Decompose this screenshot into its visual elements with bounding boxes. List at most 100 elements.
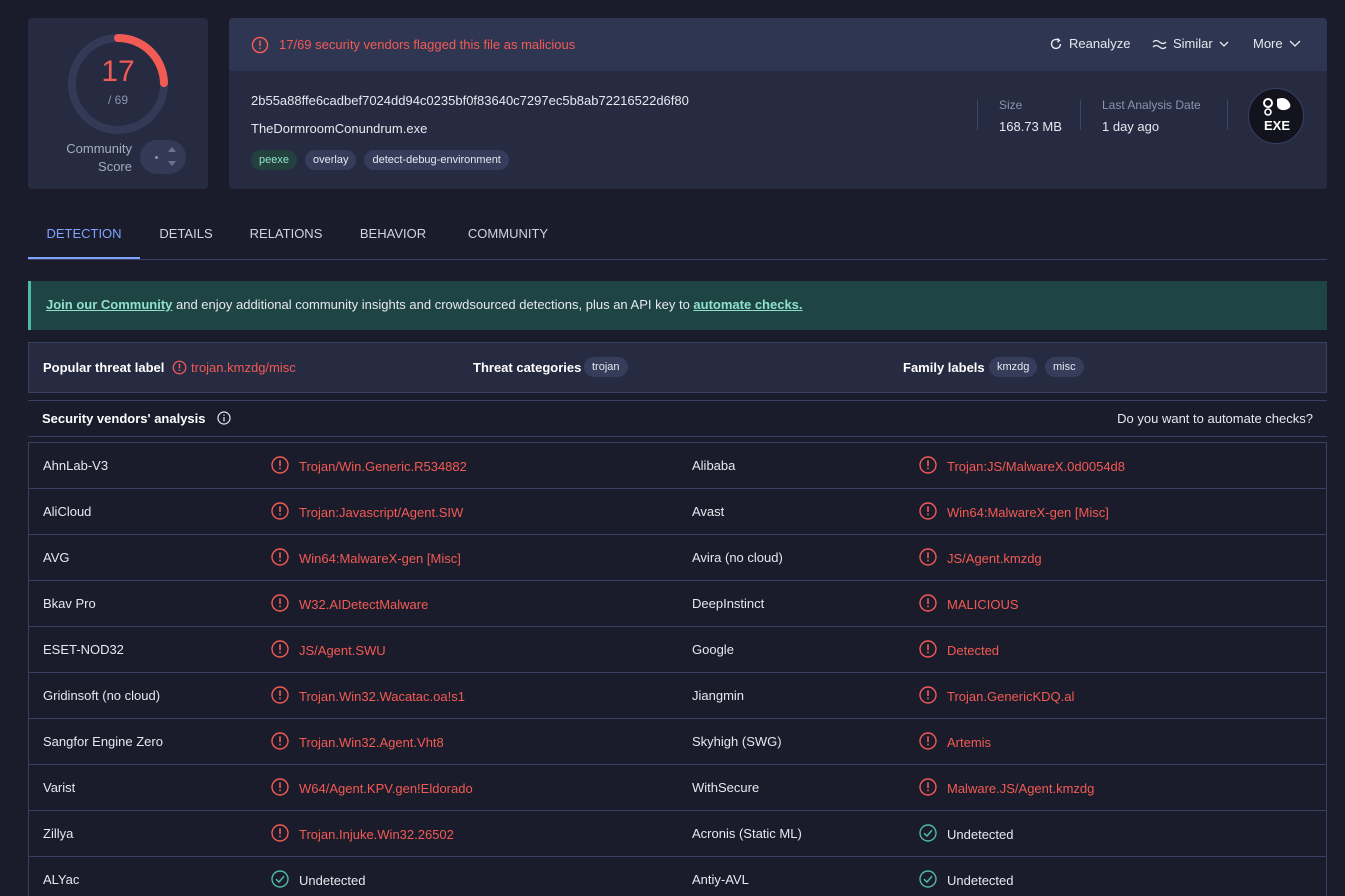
file-name: TheDormroomConundrum.exe: [251, 121, 428, 136]
vendor-name: ALYac: [43, 872, 80, 887]
gears-icon: [1263, 98, 1291, 116]
detection-label[interactable]: Trojan.GenericKDQ.al: [947, 689, 1074, 704]
detection-label[interactable]: JS/Agent.SWU: [299, 643, 386, 658]
tab-relations[interactable]: RELATIONS: [242, 215, 330, 259]
vendor-result: W64/Agent.KPV.gen!Eldorado: [271, 778, 473, 796]
table-row: AliCloud Trojan:Javascript/Agent.SIW Avast…: [29, 489, 1326, 535]
divider: [1080, 100, 1081, 130]
community-banner: Join our Community and enjoy additional …: [28, 281, 1327, 330]
community-score-value-icon: [155, 156, 158, 159]
alert-icon: [919, 640, 937, 658]
table-row: AhnLab-V3 Trojan/Win.Generic.R534882 Aliba…: [29, 443, 1326, 489]
alert-icon: [271, 548, 289, 566]
table-row: Varist W64/Agent.KPV.gen!Eldorado WithSecu…: [29, 765, 1326, 811]
detection-label[interactable]: Malware.JS/Agent.kmzdg: [947, 781, 1094, 796]
similar-button[interactable]: Similar: [1152, 36, 1229, 51]
vendors-analysis-title: Security vendors' analysis: [42, 411, 231, 426]
vendor-name: Bkav Pro: [43, 596, 96, 611]
vote-down-icon[interactable]: [168, 161, 176, 166]
check-circle-icon: [271, 870, 289, 888]
detection-count: 17: [101, 55, 135, 88]
last-analysis-label: Last Analysis Date: [1102, 98, 1201, 112]
vendors-table: AhnLab-V3 Trojan/Win.Generic.R534882 Aliba…: [28, 442, 1327, 896]
table-row: Bkav Pro W32.AIDetectMalware DeepInstinct M…: [29, 581, 1326, 627]
reanalyze-button[interactable]: Reanalyze: [1049, 36, 1130, 51]
family-label-pill[interactable]: misc: [1045, 357, 1084, 377]
file-tag[interactable]: overlay: [304, 150, 357, 170]
alert-icon: [271, 456, 289, 474]
alert-icon: [271, 686, 289, 704]
detection-label[interactable]: JS/Agent.kmzdg: [947, 551, 1042, 566]
more-label: More: [1253, 36, 1283, 51]
detection-label[interactable]: Win64:MalwareX-gen [Misc]: [947, 505, 1109, 520]
alert-icon: [919, 778, 937, 796]
tab-community[interactable]: COMMUNITY: [456, 215, 560, 259]
automate-checks-link[interactable]: automate checks.: [693, 297, 802, 312]
popular-threat-value[interactable]: trojan.kmzdg/misc: [191, 360, 296, 375]
vendor-result: JS/Agent.kmzdg: [919, 548, 1042, 566]
info-icon[interactable]: [217, 411, 231, 425]
alert-icon: [919, 594, 937, 612]
refresh-icon: [1050, 37, 1062, 49]
detection-label[interactable]: W64/Agent.KPV.gen!Eldorado: [299, 781, 473, 796]
community-score-label: Community Score: [66, 141, 132, 174]
popular-threat-label: Popular threat label: [43, 360, 165, 375]
detection-label[interactable]: W32.AIDetectMalware: [299, 597, 428, 612]
tab-behavior[interactable]: BEHAVIOR: [352, 215, 434, 259]
vendors-header: Security vendors' analysis Do you want t…: [28, 400, 1327, 437]
alert-icon: [271, 594, 289, 612]
vendor-result: Trojan.GenericKDQ.al: [919, 686, 1074, 704]
alert-bar: 17/69 security vendors flagged this file…: [229, 18, 1327, 71]
detection-label[interactable]: Artemis: [947, 735, 991, 750]
table-row: Gridinsoft (no cloud) Trojan.Win32.Wacata…: [29, 673, 1326, 719]
family-label-pill[interactable]: kmzdg: [989, 357, 1038, 377]
detection-label[interactable]: Trojan.Win32.Wacatac.oa!s1: [299, 689, 465, 704]
threat-categories-label: Threat categories: [473, 360, 582, 375]
detection-label[interactable]: Trojan:Javascript/Agent.SIW: [299, 505, 463, 520]
table-row: ALYac Undetected Antiy-AVL Undetected: [29, 857, 1326, 896]
vote-up-icon[interactable]: [168, 147, 176, 152]
threat-summary: Popular threat label trojan.kmzdg/misc T…: [28, 342, 1327, 393]
last-analysis-value: 1 day ago: [1102, 119, 1160, 134]
banner-text: Join our Community and enjoy additional …: [46, 297, 803, 312]
vendor-name: Varist: [43, 780, 76, 795]
detection-label[interactable]: Trojan:JS/MalwareX.0d0054d8: [947, 459, 1125, 474]
alert-icon: [919, 502, 937, 520]
file-type-text: EXE: [1263, 118, 1290, 133]
more-button[interactable]: More: [1253, 36, 1301, 51]
vendor-name: AhnLab-V3: [43, 458, 109, 473]
alert-icon: [251, 36, 269, 54]
similar-icon: [1152, 39, 1167, 49]
vendor-name: AliCloud: [43, 504, 92, 519]
join-community-link[interactable]: Join our Community: [46, 297, 172, 312]
chevron-down-icon: [1219, 41, 1229, 47]
automate-checks-prompt[interactable]: Do you want to automate checks?: [1117, 411, 1313, 426]
tab-detection[interactable]: DETECTION: [28, 215, 140, 259]
tab-details[interactable]: DETAILS: [150, 215, 222, 259]
detection-label[interactable]: Detected: [947, 643, 999, 658]
file-hash[interactable]: 2b55a88ffe6cadbef7024dd94c0235bf0f83640c…: [251, 93, 689, 108]
file-tag[interactable]: peexe: [251, 150, 297, 170]
vendor-name: Acronis (Static ML): [692, 826, 802, 841]
detection-label[interactable]: Trojan.Win32.Agent.Vht8: [299, 735, 444, 750]
file-tag[interactable]: detect-debug-environment: [364, 150, 509, 170]
community-vote-control[interactable]: [140, 140, 186, 174]
vendor-name: DeepInstinct: [692, 596, 765, 611]
detection-label[interactable]: Win64:MalwareX-gen [Misc]: [299, 551, 461, 566]
vendor-result: Undetected: [919, 870, 1014, 888]
detection-label[interactable]: Trojan/Win.Generic.R534882: [299, 459, 467, 474]
detection-label[interactable]: MALICIOUS: [947, 597, 1019, 612]
table-row: AVG Win64:MalwareX-gen [Misc] Avira (no cl…: [29, 535, 1326, 581]
vendor-result: W32.AIDetectMalware: [271, 594, 428, 612]
vendor-name: Avast: [692, 504, 725, 519]
detection-label[interactable]: Trojan.Injuke.Win32.26502: [299, 827, 454, 842]
undetected-label: Undetected: [947, 872, 1014, 888]
malicious-alert-text: 17/69 security vendors flagged this file…: [279, 37, 576, 52]
threat-category-pill[interactable]: trojan: [584, 357, 628, 377]
vendor-name: AVG: [43, 550, 70, 565]
chevron-down-icon: [1289, 40, 1301, 47]
reanalyze-label: Reanalyze: [1069, 36, 1131, 51]
alert-icon: [271, 640, 289, 658]
vendor-result: MALICIOUS: [919, 594, 1019, 612]
table-row: Sangfor Engine Zero Trojan.Win32.Agent.Vh…: [29, 719, 1326, 765]
